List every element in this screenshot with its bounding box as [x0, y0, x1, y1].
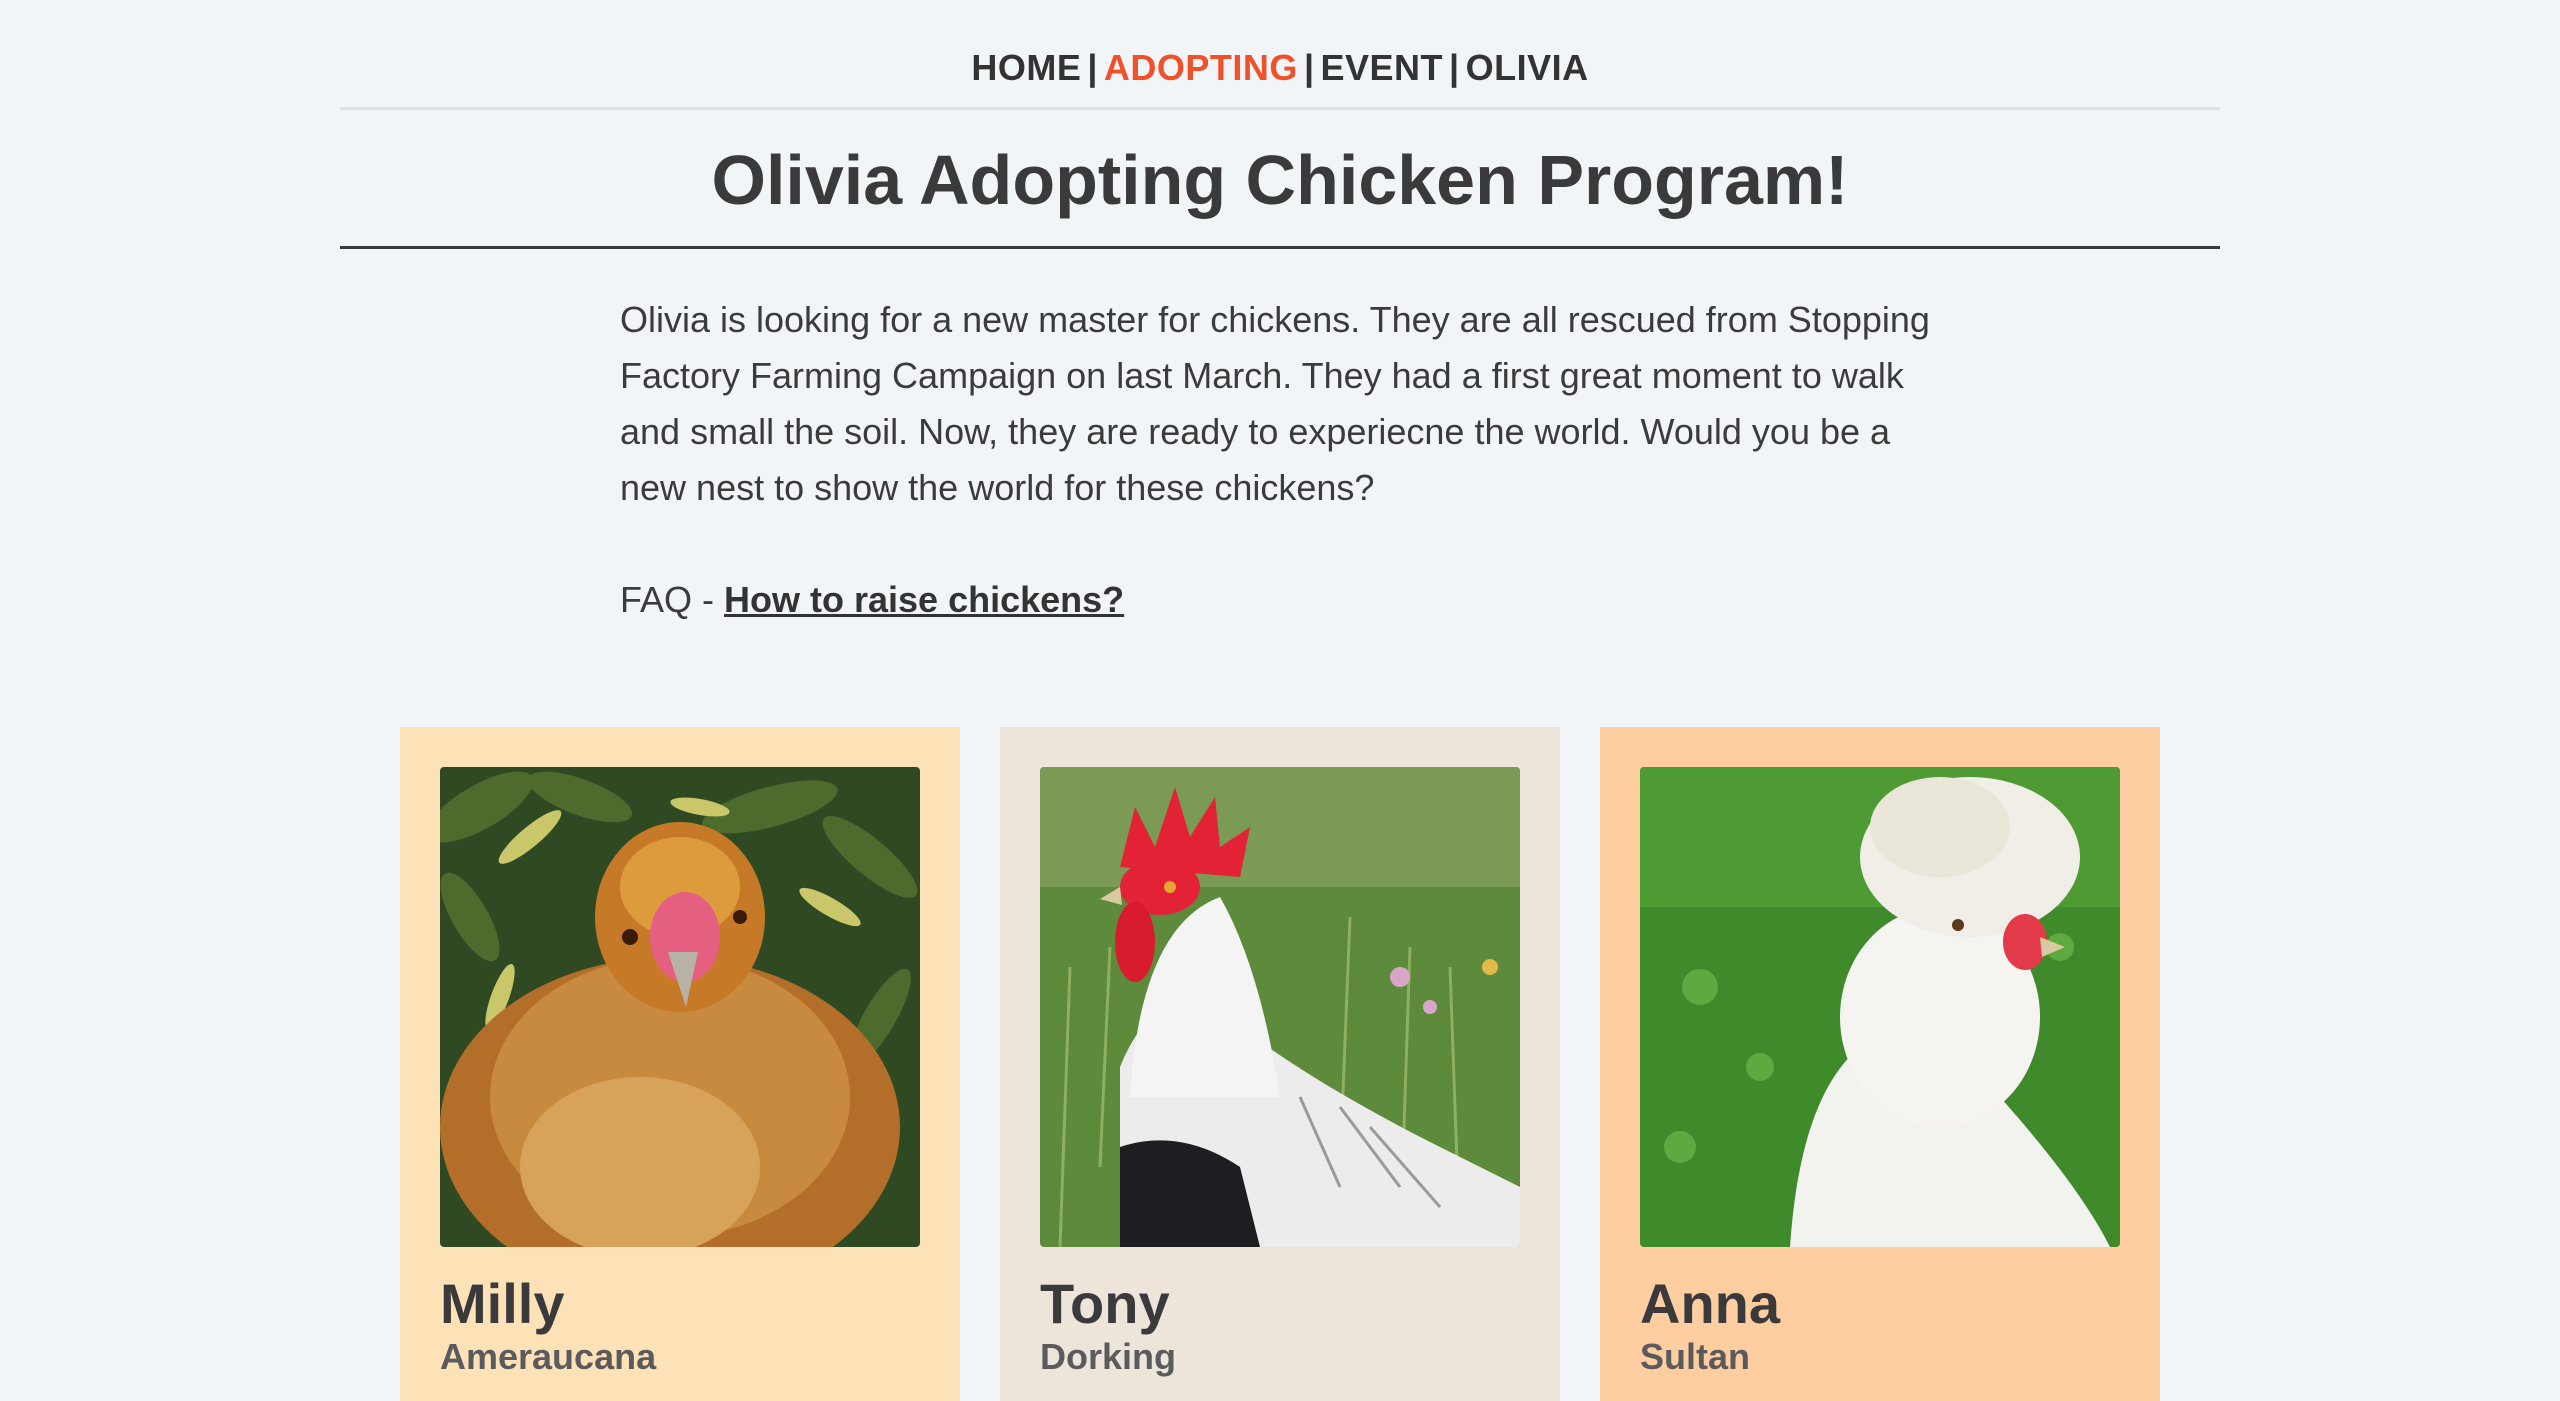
intro-paragraph: Olivia is looking for a new master for c…	[620, 299, 1930, 508]
title-divider	[340, 246, 2220, 249]
chicken-photo-anna[interactable]	[1640, 767, 2120, 1247]
nav-separator: |	[1303, 47, 1315, 88]
chicken-photo-milly[interactable]	[440, 767, 920, 1247]
chicken-card-milly[interactable]: Milly Ameraucana	[400, 727, 960, 1401]
chicken-photo-tony[interactable]	[1040, 767, 1520, 1247]
nav-separator: |	[1087, 47, 1098, 88]
nav-home[interactable]: HOME	[971, 47, 1081, 88]
page-title: Olivia Adopting Chicken Program!	[711, 141, 1849, 219]
nav-adopting[interactable]: ADOPTING	[1104, 47, 1298, 88]
nav-event[interactable]: EVENT	[1321, 47, 1444, 88]
chicken-cards: Milly Ameraucana Tony Dorking Anna Sulta…	[400, 727, 2160, 1401]
faq-line: FAQ - How to raise chickens?	[620, 572, 1940, 628]
chicken-breed: Dorking	[1040, 1336, 1177, 1377]
chicken-breed: Sultan	[1640, 1336, 1751, 1377]
nav-separator: |	[1449, 47, 1460, 88]
faq-link[interactable]: How to raise chickens?	[724, 579, 1124, 620]
chicken-breed: Ameraucana	[440, 1336, 657, 1377]
chicken-name: Tony	[1040, 1272, 1170, 1335]
nav-olivia[interactable]: OLIVIA	[1466, 47, 1589, 88]
chicken-name: Milly	[440, 1272, 565, 1335]
top-nav: HOME | ADOPTING | EVENT | OLIVIA	[340, 46, 2220, 90]
chicken-card-tony[interactable]: Tony Dorking	[1000, 727, 1560, 1401]
faq-prefix: FAQ -	[620, 579, 725, 620]
chicken-name: Anna	[1640, 1272, 1780, 1335]
nav-divider	[340, 107, 2220, 110]
chicken-card-anna[interactable]: Anna Sultan	[1600, 727, 2160, 1401]
